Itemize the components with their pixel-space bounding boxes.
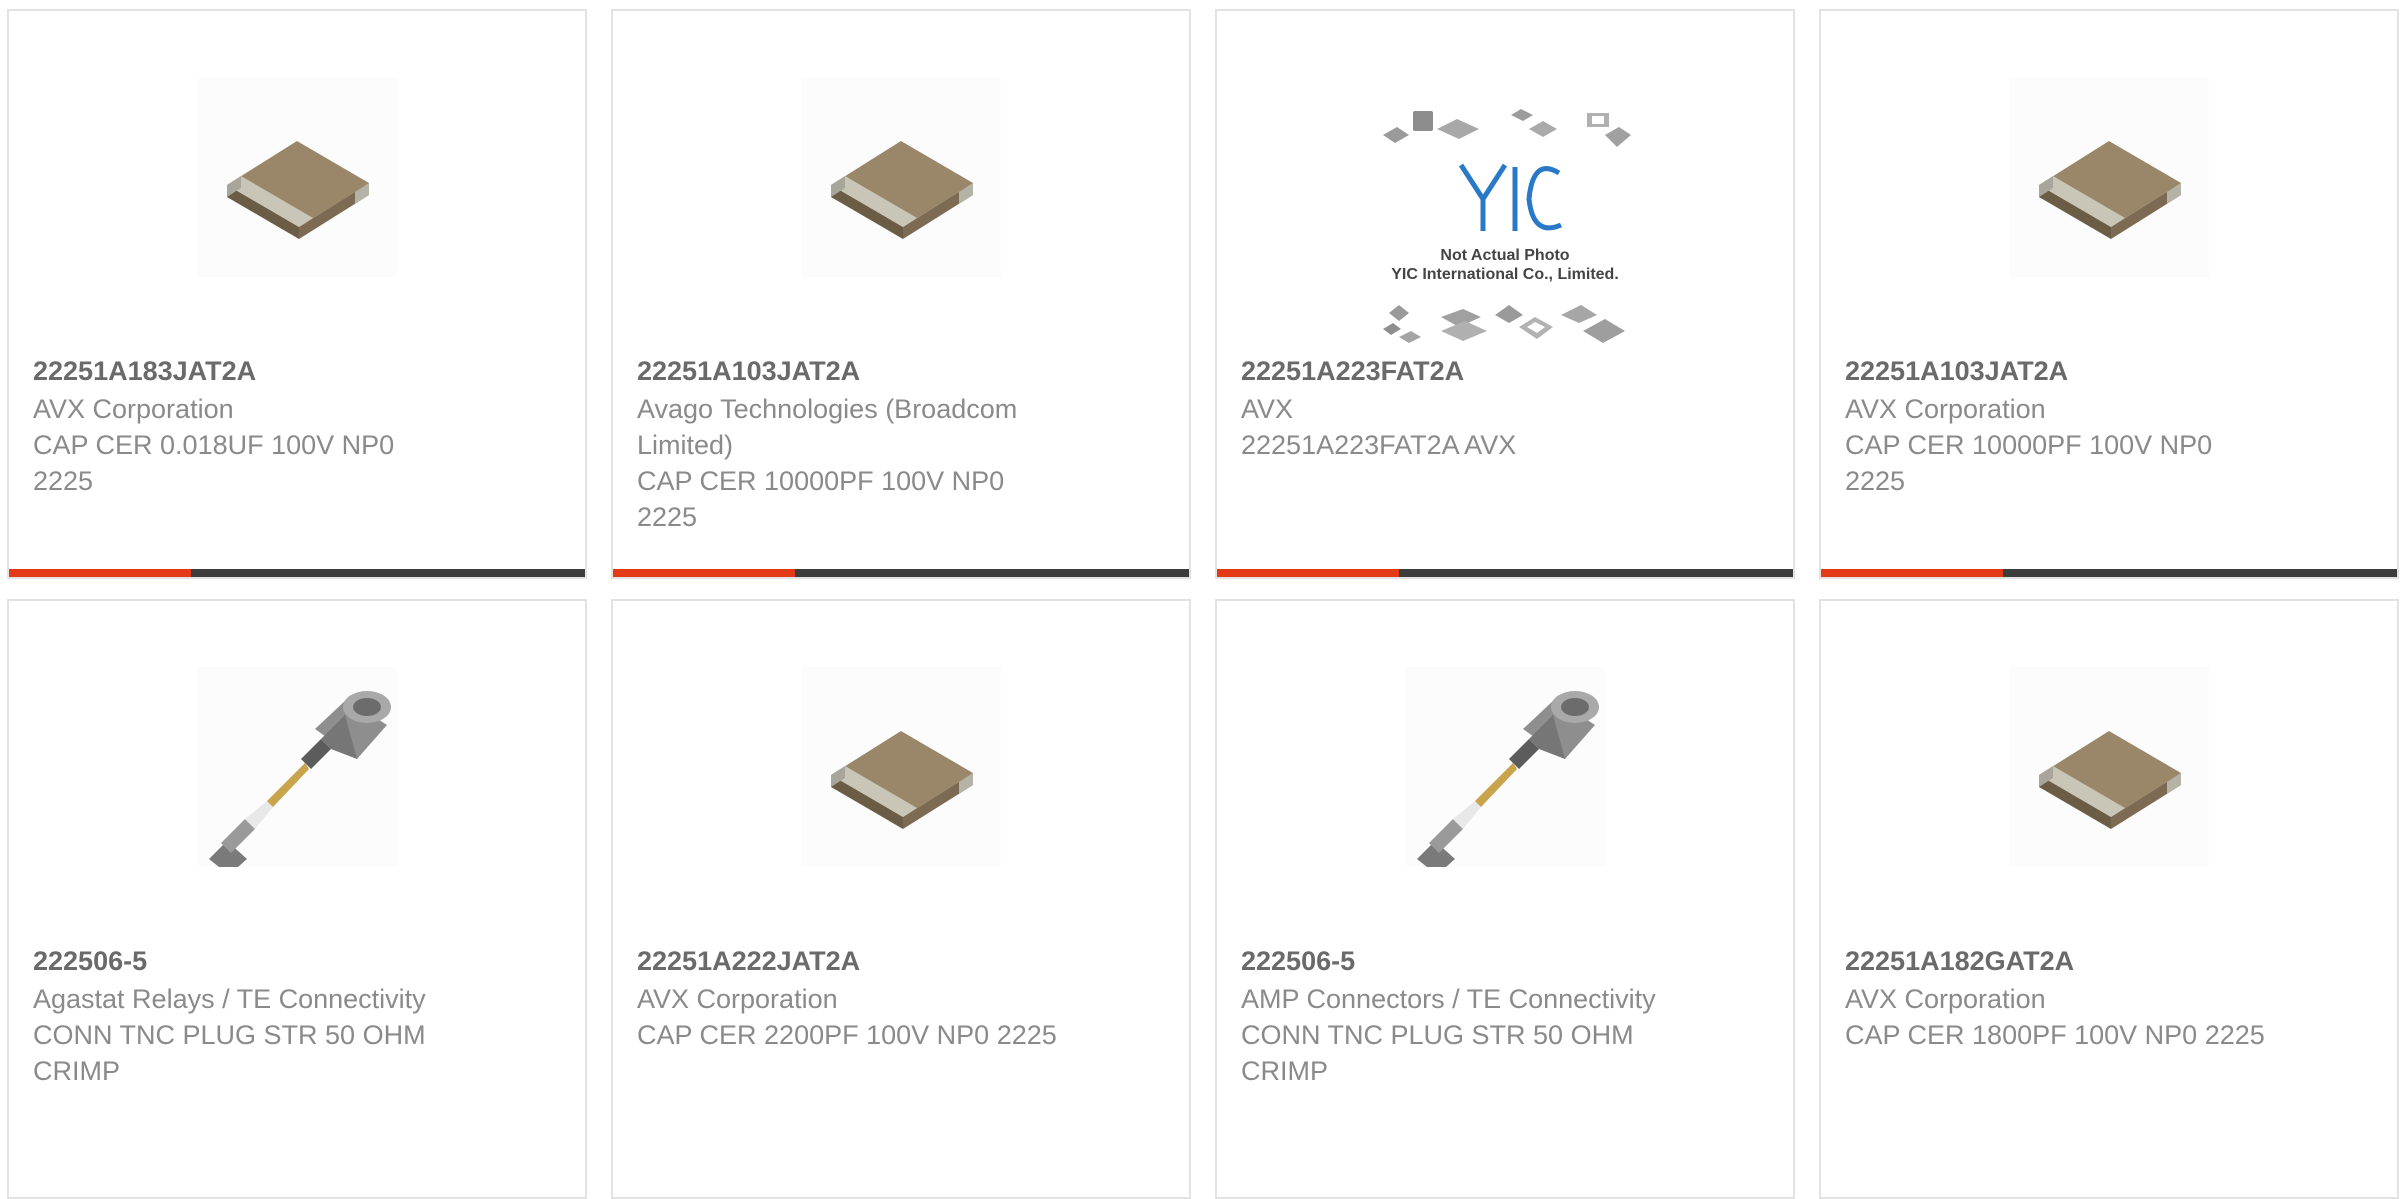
part-number-link[interactable]: 222506-5 [33, 943, 543, 979]
card-footer-bar [1217, 569, 1793, 577]
card-accent-strip [613, 569, 795, 577]
part-number-link[interactable]: 22251A182GAT2A [1845, 943, 2355, 979]
product-grid: 22251A183JAT2A AVX Corporation CAP CER 0… [7, 9, 2399, 1199]
product-description: CAP CER 10000PF 100V NP0 2225 [637, 466, 1005, 532]
capacitor-chip-image[interactable] [2009, 667, 2209, 867]
tnc-connector-image[interactable] [197, 667, 397, 867]
card-accent-strip [9, 569, 191, 577]
product-description: CAP CER 10000PF 100V NP0 2225 [1845, 430, 2213, 496]
product-card[interactable]: 22251A183JAT2A AVX Corporation CAP CER 0… [7, 9, 587, 579]
product-info: 22251A103JAT2A Avago Technologies (Broad… [637, 353, 1147, 535]
yic-placeholder-image[interactable]: Not Actual Photo YIC International Co., … [1369, 91, 1641, 351]
card-footer-bar [9, 569, 585, 577]
manufacturer-name: Avago Technologies (Broadcom Limited) [637, 394, 1018, 460]
card-footer-bar [613, 569, 1189, 577]
manufacturer-name: AVX [1241, 394, 1294, 424]
card-accent-strip [1217, 569, 1399, 577]
capacitor-chip-image[interactable] [801, 667, 1001, 867]
product-card[interactable]: 22251A103JAT2A AVX Corporation CAP CER 1… [1819, 9, 2399, 579]
product-info: 22251A182GAT2A AVX Corporation CAP CER 1… [1845, 943, 2355, 1053]
manufacturer-name: AVX Corporation [1845, 394, 2046, 424]
product-description: CAP CER 1800PF 100V NP0 2225 [1845, 1020, 2265, 1050]
placeholder-company: YIC International Co., Limited. [1391, 266, 1619, 283]
product-description: 22251A223FAT2A AVX [1241, 430, 1517, 460]
manufacturer-name: AVX Corporation [637, 984, 838, 1014]
product-info: 22251A103JAT2A AVX Corporation CAP CER 1… [1845, 353, 2355, 499]
product-info: 22251A223FAT2A AVX 22251A223FAT2A AVX [1241, 353, 1751, 463]
part-number-link[interactable]: 22251A223FAT2A [1241, 353, 1751, 389]
part-number-link[interactable]: 22251A103JAT2A [637, 353, 1147, 389]
product-info: 222506-5 AMP Connectors / TE Connectivit… [1241, 943, 1751, 1089]
product-info: 22251A183JAT2A AVX Corporation CAP CER 0… [33, 353, 543, 499]
capacitor-chip-image[interactable] [197, 77, 397, 277]
product-description: CONN TNC PLUG STR 50 OHM CRIMP [1241, 1020, 1634, 1086]
part-number-link[interactable]: 22251A183JAT2A [33, 353, 543, 389]
manufacturer-name: AVX Corporation [33, 394, 234, 424]
part-number-link[interactable]: 22251A222JAT2A [637, 943, 1147, 979]
product-description: CAP CER 0.018UF 100V NP0 2225 [33, 430, 395, 496]
product-card[interactable]: 222506-5 AMP Connectors / TE Connectivit… [1215, 599, 1795, 1199]
capacitor-chip-image[interactable] [801, 77, 1001, 277]
product-card[interactable]: 22251A182GAT2A AVX Corporation CAP CER 1… [1819, 599, 2399, 1199]
product-card[interactable]: Not Actual Photo YIC International Co., … [1215, 9, 1795, 579]
card-accent-strip [1821, 569, 2003, 577]
card-footer-bar [1821, 569, 2397, 577]
product-info: 22251A222JAT2A AVX Corporation CAP CER 2… [637, 943, 1147, 1053]
product-description: CONN TNC PLUG STR 50 OHM CRIMP [33, 1020, 426, 1086]
manufacturer-name: AMP Connectors / TE Connectivity [1241, 984, 1656, 1014]
product-info: 222506-5 Agastat Relays / TE Connectivit… [33, 943, 543, 1089]
product-card[interactable]: 22251A103JAT2A Avago Technologies (Broad… [611, 9, 1191, 579]
product-card[interactable]: 222506-5 Agastat Relays / TE Connectivit… [7, 599, 587, 1199]
manufacturer-name: AVX Corporation [1845, 984, 2046, 1014]
tnc-connector-image[interactable] [1405, 667, 1605, 867]
product-card[interactable]: 22251A222JAT2A AVX Corporation CAP CER 2… [611, 599, 1191, 1199]
product-description: CAP CER 2200PF 100V NP0 2225 [637, 1020, 1057, 1050]
part-number-link[interactable]: 22251A103JAT2A [1845, 353, 2355, 389]
capacitor-chip-image[interactable] [2009, 77, 2209, 277]
placeholder-caption: Not Actual Photo [1440, 247, 1569, 264]
manufacturer-name: Agastat Relays / TE Connectivity [33, 984, 426, 1014]
part-number-link[interactable]: 222506-5 [1241, 943, 1751, 979]
